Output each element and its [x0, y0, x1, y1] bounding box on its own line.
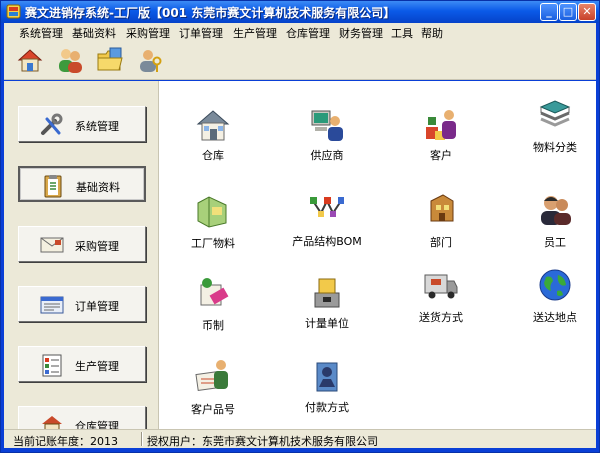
tile-department[interactable]: 部门: [401, 191, 481, 261]
menu-purchase[interactable]: 采购管理: [126, 25, 170, 41]
home-icon[interactable]: [16, 46, 44, 74]
menu-tools[interactable]: 工具: [391, 25, 413, 41]
app-window: 赛文进销存系统-工厂版【001 东莞市赛文计算机技术服务有限公司】 _ □ ✕ …: [0, 0, 600, 453]
close-icon: ✕: [582, 5, 592, 18]
tile-payment-method[interactable]: 付款方式: [287, 359, 367, 429]
supplier-icon: [311, 110, 343, 141]
menu-bar: 系统管理 基础资料 采购管理 订单管理 生产管理 仓库管理 财务管理 工具 帮助: [4, 23, 596, 42]
tile-unit[interactable]: 计量单位: [287, 275, 367, 345]
window-title: 赛文进销存系统-工厂版【001 东莞市赛文计算机技术服务有限公司】: [25, 6, 396, 20]
tile-label: 员工: [544, 236, 566, 249]
department-icon: [430, 194, 454, 222]
menu-system[interactable]: 系统管理: [19, 25, 63, 41]
tile-material-category[interactable]: 物料分类: [515, 97, 595, 167]
tile-label: 计量单位: [305, 317, 349, 330]
main-area: 仓库 供应商 客户 物料分类 工厂物料 产品结构BOM 部门 员工 币制 计量单…: [158, 81, 596, 429]
title-bar[interactable]: 赛文进销存系统-工厂版【001 东莞市赛文计算机技术服务有限公司】 _ □ ✕: [1, 1, 599, 23]
nav-warehouse-button[interactable]: 仓库管理: [18, 406, 146, 429]
tile-factory-materials[interactable]: 工厂物料: [173, 193, 253, 263]
employee-icon: [541, 196, 571, 225]
nav-basic-data-button[interactable]: 基础资料: [18, 166, 146, 202]
menu-production[interactable]: 生产管理: [233, 25, 277, 41]
close-button[interactable]: ✕: [578, 3, 596, 21]
nav-panel: 系统管理 基础资料 采购管理 订单管理 生产管理 仓库管理: [4, 81, 158, 429]
nav-orders-button[interactable]: 订单管理: [18, 286, 146, 322]
maximize-icon: □: [562, 5, 574, 18]
currency-icon: [200, 278, 229, 306]
menu-help[interactable]: 帮助: [421, 25, 443, 41]
tile-label: 客户: [430, 149, 452, 162]
materials-icon: [197, 196, 227, 228]
payment-icon: [316, 362, 338, 392]
tile-label: 供应商: [310, 149, 344, 162]
nav-label: 生产管理: [75, 360, 119, 373]
clipboard-icon: [44, 175, 62, 198]
globe-icon: [539, 269, 571, 301]
tile-label: 客户品号: [191, 403, 235, 416]
accounting-year: 当前记账年度：2013: [13, 435, 118, 448]
tile-label: 送货方式: [419, 311, 463, 324]
users-icon[interactable]: [56, 46, 84, 74]
tile-customer-item[interactable]: 客户品号: [173, 357, 253, 427]
menu-orders[interactable]: 订单管理: [179, 25, 223, 41]
house-icon: [196, 110, 230, 141]
tile-label: 送达地点: [533, 311, 577, 324]
stack-icon: [539, 100, 571, 127]
nav-label: 系统管理: [75, 120, 119, 133]
tile-label: 物料分类: [533, 141, 577, 154]
app-icon: [6, 4, 21, 19]
folder-icon[interactable]: [96, 46, 124, 74]
nav-label: 仓库管理: [75, 420, 119, 429]
licensed-user: 授权用户：东莞市赛文计算机技术服务有限公司: [147, 435, 378, 448]
maximize-button[interactable]: □: [559, 3, 577, 21]
tile-label: 仓库: [202, 149, 224, 162]
tile-employee[interactable]: 员工: [515, 191, 595, 261]
menu-finance[interactable]: 财务管理: [339, 25, 383, 41]
nav-label: 订单管理: [75, 300, 119, 313]
nav-label: 基础资料: [76, 181, 120, 194]
scale-icon: [314, 278, 340, 308]
tile-label: 产品结构BOM: [292, 235, 362, 248]
truck-icon: [424, 274, 458, 299]
menu-warehouse[interactable]: 仓库管理: [286, 25, 330, 41]
tile-label: 付款方式: [305, 401, 349, 414]
tile-delivery-method[interactable]: 送货方式: [401, 267, 481, 337]
structure-icon: [310, 197, 344, 217]
toolbar: [4, 42, 596, 80]
tile-supplier[interactable]: 供应商: [287, 107, 367, 177]
customer-item-icon: [195, 360, 228, 392]
status-separator: [141, 432, 143, 446]
checklist-icon: [42, 354, 62, 377]
minimize-button[interactable]: _: [540, 3, 558, 21]
tile-customer[interactable]: 客户: [401, 107, 481, 177]
nav-label: 采购管理: [75, 240, 119, 253]
tile-label: 部门: [430, 236, 452, 249]
warehouse-icon: [42, 416, 62, 429]
status-bar: 当前记账年度：2013 授权用户：东莞市赛文计算机技术服务有限公司: [4, 429, 596, 448]
tile-label: 币制: [202, 319, 224, 332]
customer-icon: [426, 110, 456, 140]
nav-purchase-button[interactable]: 采购管理: [18, 226, 146, 262]
tile-currency[interactable]: 币制: [173, 275, 253, 345]
envelope-icon: [40, 237, 64, 253]
tools-icon: [41, 113, 63, 135]
nav-system-button[interactable]: 系统管理: [18, 106, 146, 142]
nav-production-button[interactable]: 生产管理: [18, 346, 146, 382]
tile-destination[interactable]: 送达地点: [515, 267, 595, 337]
menu-basic-data[interactable]: 基础资料: [72, 25, 116, 41]
tile-label: 工厂物料: [191, 237, 235, 250]
tile-warehouse[interactable]: 仓库: [173, 107, 253, 177]
user-key-icon[interactable]: [136, 46, 164, 74]
form-icon: [40, 296, 64, 314]
tile-bom[interactable]: 产品结构BOM: [287, 193, 367, 263]
minimize-icon: _: [546, 5, 552, 18]
